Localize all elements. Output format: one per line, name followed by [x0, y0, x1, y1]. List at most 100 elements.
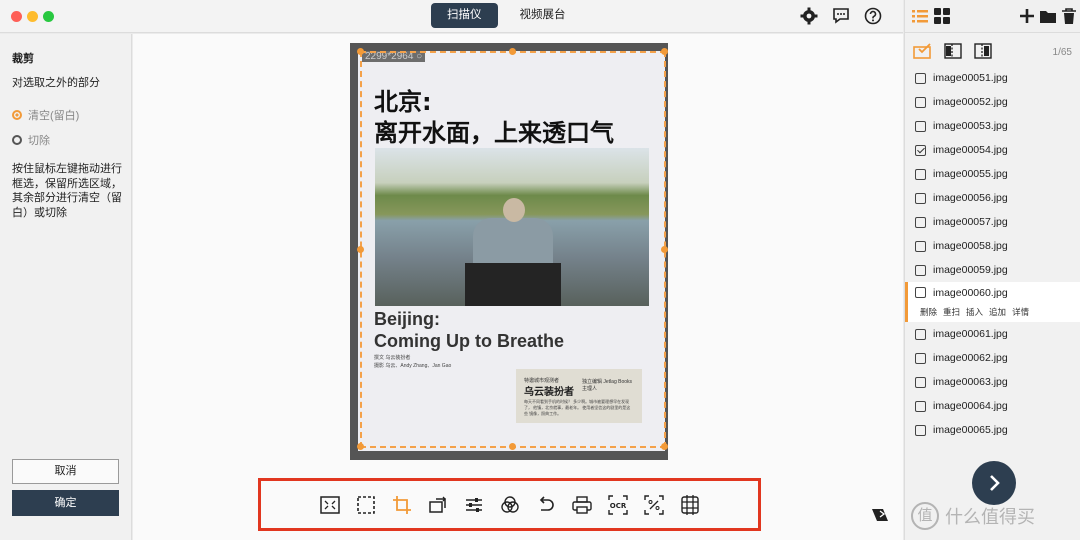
crop-handle-bottom[interactable]: [509, 443, 516, 450]
file-item[interactable]: image00057.jpg: [905, 210, 1080, 234]
option-clear-whitespace[interactable]: 清空(留白): [12, 107, 79, 123]
radio-selected-icon[interactable]: [12, 110, 22, 120]
delete-action[interactable]: 删除: [920, 306, 937, 318]
file-item[interactable]: image00065.jpg: [905, 418, 1080, 442]
checkbox[interactable]: [915, 96, 926, 108]
tab-video-booth[interactable]: 视频展台: [504, 3, 582, 28]
crop-handle-left[interactable]: [357, 246, 364, 253]
watermark-logo: 值: [911, 502, 939, 530]
file-filter-bar: [913, 42, 993, 60]
file-item[interactable]: image00061.jpg: [905, 322, 1080, 346]
maximize-window-button[interactable]: [43, 11, 54, 22]
file-name: image00051.jpg: [933, 72, 1008, 84]
details-action[interactable]: 详情: [1012, 306, 1029, 318]
checkbox-checked[interactable]: [915, 144, 926, 156]
checkbox[interactable]: [915, 168, 926, 180]
ocr-icon[interactable]: OCR: [607, 494, 629, 516]
chat-icon[interactable]: [831, 6, 851, 26]
fit-screen-icon[interactable]: [319, 494, 341, 516]
mode-tabs: 扫描仪 视频展台: [431, 3, 582, 28]
checkbox[interactable]: [915, 376, 926, 388]
help-icon[interactable]: [863, 6, 883, 26]
list-view-icon[interactable]: [911, 7, 929, 25]
file-name: image00053.jpg: [933, 120, 1008, 132]
append-action[interactable]: 追加: [989, 306, 1006, 318]
cancel-button[interactable]: 取消: [12, 459, 119, 484]
compare-icon[interactable]: [871, 507, 889, 523]
confirm-button[interactable]: 确定: [12, 490, 119, 516]
file-name: image00056.jpg: [933, 192, 1008, 204]
crop-selection[interactable]: [360, 51, 666, 448]
checkbox[interactable]: [915, 240, 926, 252]
file-item[interactable]: image00056.jpg: [905, 186, 1080, 210]
option-label: 切除: [28, 135, 50, 147]
crop-handle-right[interactable]: [661, 246, 668, 253]
folder-icon[interactable]: [1039, 7, 1057, 25]
checkbox[interactable]: [915, 216, 926, 228]
file-name: image00063.jpg: [933, 376, 1008, 388]
file-item[interactable]: image00059.jpg: [905, 258, 1080, 282]
edit-toolbar: OCR: [258, 478, 761, 531]
crop-description: 按住鼠标左键拖动进行框选，保留所选区域，其余部分进行清空（留白）或切除: [12, 163, 122, 219]
select-icon[interactable]: [355, 494, 377, 516]
insert-action[interactable]: 插入: [966, 306, 983, 318]
file-name: image00061.jpg: [933, 328, 1008, 340]
option-cut[interactable]: 切除: [12, 132, 50, 148]
add-icon[interactable]: [1018, 7, 1036, 25]
color-icon[interactable]: [499, 494, 521, 516]
file-item[interactable]: image00051.jpg: [905, 66, 1080, 90]
select-all-icon[interactable]: [913, 42, 933, 60]
file-name: image00060.jpg: [933, 287, 1008, 299]
checkbox[interactable]: [915, 287, 926, 298]
select-even-icon[interactable]: [973, 42, 993, 60]
checkbox[interactable]: [915, 264, 926, 276]
close-window-button[interactable]: [11, 11, 22, 22]
crop-handle-bottom-left[interactable]: [357, 443, 364, 450]
file-item-selected[interactable]: image00060.jpg 删除 重扫 插入 追加 详情: [905, 282, 1080, 322]
checkbox[interactable]: [915, 120, 926, 132]
file-item[interactable]: image00055.jpg: [905, 162, 1080, 186]
rescan-action[interactable]: 重扫: [943, 306, 960, 318]
checkbox[interactable]: [915, 400, 926, 412]
checkbox[interactable]: [915, 192, 926, 204]
trash-icon[interactable]: [1060, 7, 1078, 25]
crop-handle-top-right[interactable]: [661, 48, 668, 55]
file-item[interactable]: image00063.jpg: [905, 370, 1080, 394]
print-icon[interactable]: [571, 494, 593, 516]
undo-icon[interactable]: [535, 494, 557, 516]
minimize-window-button[interactable]: [27, 11, 38, 22]
file-name: image00052.jpg: [933, 96, 1008, 108]
crop-handle-top[interactable]: [509, 48, 516, 55]
panel-subtitle: 对选取之外的部分: [12, 77, 100, 89]
scanned-document[interactable]: 北京: 离开水面，上来透口气 Beijing: Coming Up to Bre…: [350, 43, 668, 460]
ocr-label: OCR: [609, 502, 626, 510]
rotate-icon[interactable]: [427, 494, 449, 516]
adjust-icon[interactable]: [463, 494, 485, 516]
file-item[interactable]: image00054.jpg: [905, 138, 1080, 162]
gear-icon[interactable]: [799, 6, 819, 26]
checkbox[interactable]: [915, 328, 926, 340]
checkbox[interactable]: [915, 72, 926, 84]
checkbox[interactable]: [915, 352, 926, 364]
crop-icon[interactable]: [391, 494, 413, 516]
top-icons: [799, 6, 883, 26]
page-count: 1/65: [1052, 47, 1072, 58]
select-odd-icon[interactable]: [943, 42, 963, 60]
crop-handle-bottom-right[interactable]: [661, 443, 668, 450]
radio-icon[interactable]: [12, 135, 22, 145]
file-item[interactable]: image00062.jpg: [905, 346, 1080, 370]
file-item[interactable]: image00053.jpg: [905, 114, 1080, 138]
checkbox[interactable]: [915, 424, 926, 436]
batch-icon[interactable]: [643, 494, 665, 516]
file-item[interactable]: image00052.jpg: [905, 90, 1080, 114]
file-item[interactable]: image00064.jpg: [905, 394, 1080, 418]
next-button[interactable]: [972, 461, 1016, 505]
file-item[interactable]: image00058.jpg: [905, 234, 1080, 258]
grid-view-icon[interactable]: [933, 7, 951, 25]
grid-icon[interactable]: [679, 494, 701, 516]
file-name: image00059.jpg: [933, 264, 1008, 276]
crop-handle-top-left[interactable]: [357, 48, 364, 55]
crop-settings-panel: 裁剪 对选取之外的部分 清空(留白) 切除 按住鼠标左键拖动进行框选，保留所选区…: [0, 34, 132, 540]
tab-scanner[interactable]: 扫描仪: [431, 3, 498, 28]
file-name: image00054.jpg: [933, 144, 1008, 156]
